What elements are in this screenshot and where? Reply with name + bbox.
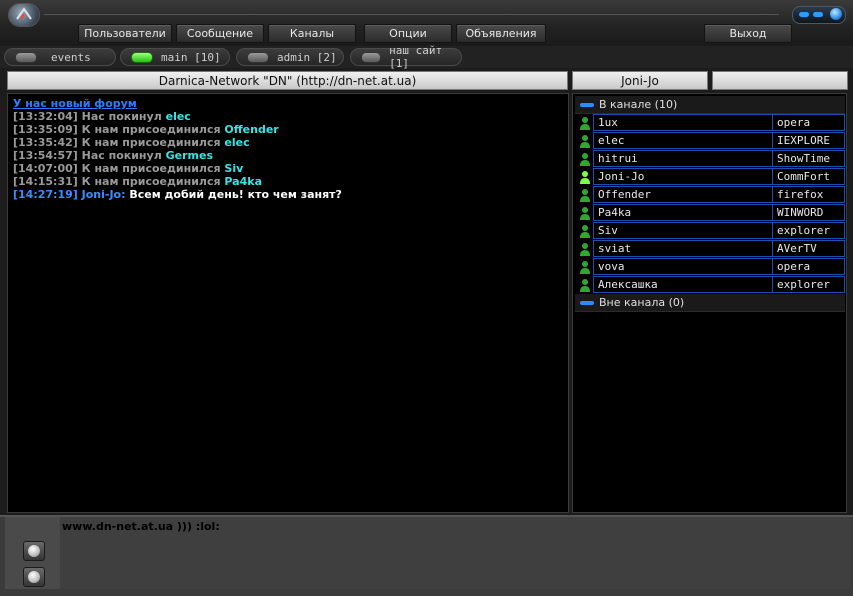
message-input[interactable]: www.dn-net.at.ua ))) :lol: [60,517,850,589]
chat-line: [14:07:00] К нам присоединился Siv [13,162,244,175]
group-out-channel[interactable]: Вне канала (0) [575,294,845,312]
user-icon [579,134,591,148]
user-row[interactable]: Offender firefox [575,186,845,204]
user-list-panel[interactable]: В канале (10) 1ux opera elec IEXPLORE hitrui… [572,93,847,513]
tab-status-led-icon [247,51,269,63]
menu-users-button[interactable]: Пользователи [78,24,172,43]
tab-label: admin [2] [277,50,337,64]
chat-nick[interactable]: Offender [224,123,278,136]
forum-link[interactable]: У нас новый форум [13,97,137,110]
user-name: hitrui [593,150,773,167]
group-in-channel[interactable]: В канале (10) [575,96,845,114]
user-client: explorer [773,276,845,293]
group-label: Вне канала (0) [599,296,685,309]
user-name: Алексашка [593,276,773,293]
user-name: Siv [593,222,773,239]
tab-status-led-icon [15,51,37,63]
user-name: Pa4ka [593,204,773,221]
user-icon [579,260,591,274]
chat-line: [14:15:31] К нам присоединился Pa4ka [13,175,262,188]
user-client: IEXPLORE [773,132,845,149]
user-row[interactable]: 1ux opera [575,114,845,132]
maximize-icon[interactable] [813,12,823,17]
menu-channels-button[interactable]: Каналы [268,24,356,43]
chat-nick[interactable]: Siv [224,162,243,175]
minimize-icon[interactable] [799,12,809,17]
smiley-button[interactable] [23,541,45,561]
user-icon [579,116,591,130]
app-logo-icon[interactable] [8,3,40,27]
user-name: Joni-Jo [593,168,773,185]
chat-log[interactable]: У нас новый форум [13:32:04] Нас покинул… [7,93,569,513]
window-controls[interactable] [792,6,846,24]
close-icon[interactable] [830,8,842,20]
user-row[interactable]: elec IEXPLORE [575,132,845,150]
user-row[interactable]: Pa4ka WINWORD [575,204,845,222]
user-client: ShowTime [773,150,845,167]
tab-our-site[interactable]: наш сайт [1] [350,44,462,70]
user-name: sviat [593,240,773,257]
group-label: В канале (10) [599,98,678,111]
channel-title: Darnica-Network "DN" (http://dn-net.at.u… [7,71,568,90]
tab-events[interactable]: events [4,48,116,66]
tab-status-led-icon [361,51,382,63]
user-row[interactable]: sviat AVerTV [575,240,845,258]
header-blank-button[interactable] [712,71,848,90]
user-client: WINWORD [773,204,845,221]
tab-label: main [10] [161,50,221,64]
user-row[interactable]: vova opera [575,258,845,276]
menu-message-button[interactable]: Сообщение [176,24,264,43]
user-icon [579,242,591,256]
user-icon [579,152,591,166]
tab-main[interactable]: main [10] [120,48,230,66]
user-row[interactable]: Siv explorer [575,222,845,240]
user-row[interactable]: hitrui ShowTime [575,150,845,168]
chat-nick[interactable]: Germes [166,149,213,162]
title-divider [44,14,779,15]
user-client: opera [773,258,845,275]
collapse-icon[interactable] [580,300,594,305]
user-name: Offender [593,186,773,203]
current-user-label[interactable]: Joni-Jo [572,71,708,90]
user-row[interactable]: Joni-Jo CommFort [575,168,845,186]
chat-line: [13:32:04] Нас покинул elec [13,110,191,123]
user-name: vova [593,258,773,275]
collapse-icon[interactable] [580,102,594,107]
user-name: 1ux [593,114,773,131]
search-icon [28,571,40,583]
user-client: CommFort [773,168,845,185]
chat-nick[interactable]: elec [224,136,249,149]
tab-label: events [51,50,91,64]
chat-nick[interactable]: elec [166,110,191,123]
user-icon [579,188,591,202]
tab-status-led-icon [131,51,153,63]
chat-line: [13:35:09] К нам присоединился Offender [13,123,279,136]
user-icon [579,170,591,184]
user-client: opera [773,114,845,131]
menu-options-button[interactable]: Опции [364,24,452,43]
search-button[interactable] [23,567,45,587]
tab-label: наш сайт [1] [389,44,443,70]
user-row[interactable]: Алексашка explorer [575,276,845,294]
menu-ads-button[interactable]: Объявления [456,24,546,43]
tab-admin[interactable]: admin [2] [236,48,344,66]
user-client: firefox [773,186,845,203]
user-name: elec [593,132,773,149]
user-icon [579,278,591,292]
chat-line-own: [14:27:19] Joni-Jo: Всем добий день! кто… [13,188,342,201]
user-icon [579,206,591,220]
user-icon [579,224,591,238]
user-client: explorer [773,222,845,239]
menu-exit-button[interactable]: Выход [704,24,792,43]
user-client: AVerTV [773,240,845,257]
chat-nick[interactable]: Pa4ka [224,175,262,188]
chat-line: [13:35:42] К нам присоединился elec [13,136,250,149]
chat-nick[interactable]: Joni-Jo: [82,188,126,201]
chat-line: [13:54:57] Нас покинул Germes [13,149,213,162]
smiley-icon [28,545,40,557]
